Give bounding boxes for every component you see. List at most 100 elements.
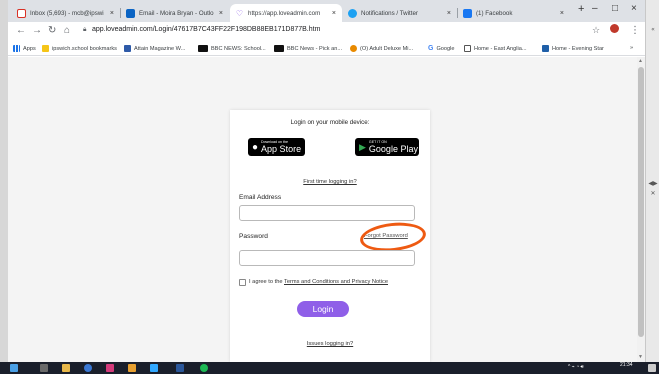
google-play-button[interactable]: ▶ GET IT ON Google Play	[355, 138, 419, 156]
illustrator-icon[interactable]	[128, 364, 136, 372]
tab-loveadmin[interactable]: ♡ https://app.loveadmin.com ×	[230, 4, 342, 22]
side-window-close-icon: ✕	[650, 190, 656, 197]
twitter-icon	[348, 8, 357, 18]
bookmark-attain[interactable]: Attain Magazine W...	[124, 45, 185, 52]
forward-arrow-icon[interactable]: →	[32, 25, 42, 36]
minimize-button[interactable]: –	[592, 3, 598, 14]
reload-icon[interactable]: ↻	[48, 25, 56, 36]
loveadmin-icon: ♡	[235, 8, 244, 18]
tab-close-icon[interactable]: ×	[560, 10, 564, 17]
spotify-icon[interactable]	[200, 364, 208, 372]
folder-icon	[42, 45, 49, 52]
file-explorer-icon[interactable]	[62, 364, 70, 372]
first-time-link[interactable]: First time logging in?	[230, 179, 430, 185]
bookmark-google[interactable]: G Google	[428, 45, 455, 52]
chrome-icon[interactable]	[84, 364, 92, 372]
bookmark-bbc-news[interactable]: BBC News - Pick an...	[274, 45, 342, 52]
attain-icon	[124, 45, 131, 52]
new-tab-button[interactable]: +	[578, 3, 584, 15]
tab-close-icon[interactable]: ×	[219, 10, 223, 17]
close-window-button[interactable]: ×	[631, 3, 637, 14]
issues-link[interactable]: Issues logging in?	[230, 341, 430, 347]
bookmark-label: Attain Magazine W...	[134, 45, 186, 52]
terms-prefix: I agree to the	[249, 279, 284, 285]
clock[interactable]: 21:34	[620, 363, 633, 368]
bookmark-east-anglia[interactable]: Home - East Anglia...	[464, 45, 527, 52]
bbc-icon	[198, 45, 208, 52]
bookmark-label: Home - East Anglia...	[474, 45, 527, 52]
taskbar: ^ ⌁ ◔ 🔊︎ 21:34	[0, 362, 659, 374]
terms-checkbox[interactable]	[239, 279, 246, 286]
background-window-right: « ◀▶ ✕	[645, 0, 659, 362]
address-input[interactable]: app.loveadmin.com/Login/47617B7C43FF22F1…	[92, 26, 320, 33]
terms-text: I agree to the Terms and Conditions and …	[249, 279, 388, 285]
tab-close-icon[interactable]: ×	[447, 10, 451, 17]
google-play-text: GET IT ON Google Play	[369, 140, 418, 154]
app-store-text: Download on the App Store	[261, 140, 301, 154]
tab-outlook[interactable]: Email - Moira Bryan - Outlo ×	[121, 4, 229, 22]
bookmark-adult-deluxe[interactable]: (O) Adult Deluxe Mi...	[350, 45, 413, 52]
bookmark-label: Home - Evening Star	[552, 45, 604, 52]
page-content: Login on your mobile device: ● Download …	[8, 57, 637, 362]
tab-twitter[interactable]: Notifications / Twitter ×	[343, 4, 457, 22]
photoshop-icon[interactable]	[150, 364, 158, 372]
bookmark-evening-star[interactable]: Home - Evening Star	[542, 45, 604, 52]
desktop-screen: « ◀▶ ✕ Inbox (5,693) - mcb@ipswi × Email…	[0, 0, 659, 374]
vertical-scrollbar[interactable]: ▲ ▼	[637, 57, 645, 362]
bookmark-label: (O) Adult Deluxe Mi...	[360, 45, 414, 52]
bookmark-bbc-school[interactable]: BBC NEWS: School...	[198, 45, 266, 52]
maximize-button[interactable]: □	[612, 3, 618, 14]
tab-title: Email - Moira Bryan - Outlo	[139, 9, 214, 17]
east-anglia-icon	[464, 45, 471, 52]
indesign-icon[interactable]	[106, 364, 114, 372]
notifications-icon[interactable]	[648, 364, 656, 372]
word-icon[interactable]	[176, 364, 184, 372]
start-windows-icon[interactable]	[10, 364, 18, 372]
email-field[interactable]	[239, 205, 415, 221]
browser-window: Inbox (5,693) - mcb@ipswi × Email - Moir…	[8, 0, 645, 362]
login-card: Login on your mobile device: ● Download …	[230, 110, 430, 362]
lock-icon[interactable]: 🔒︎	[83, 26, 86, 34]
profile-avatar[interactable]	[610, 24, 619, 33]
tab-facebook[interactable]: (1) Facebook ×	[458, 4, 570, 22]
tab-title: Inbox (5,693) - mcb@ipswi	[30, 9, 104, 17]
google-play-big-label: Google Play	[368, 144, 418, 154]
password-field[interactable]	[239, 250, 415, 266]
google-play-icon: ▶	[359, 141, 366, 152]
tab-gmail[interactable]: Inbox (5,693) - mcb@ipswi ×	[12, 4, 120, 22]
facebook-icon	[463, 8, 472, 18]
background-window-left	[0, 0, 8, 362]
tab-title: (1) Facebook	[476, 9, 513, 17]
bookmark-label: ipswich.school bookmarks	[52, 45, 117, 52]
apps-grid-icon	[13, 45, 20, 52]
tab-title: https://app.loveadmin.com	[248, 9, 321, 17]
menu-kebab-icon[interactable]: ⋮	[630, 25, 640, 36]
system-tray[interactable]: ^ ⌁ ◔ 🔊︎	[568, 364, 584, 370]
tab-title: Notifications / Twitter	[361, 9, 418, 17]
home-icon[interactable]: ⌂	[64, 25, 70, 36]
scrollbar-thumb[interactable]	[638, 67, 644, 337]
tab-close-icon[interactable]: ×	[332, 10, 336, 17]
bookmark-folder[interactable]: ipswich.school bookmarks	[42, 45, 117, 52]
bookmark-label: Google	[436, 45, 455, 52]
bookmark-label: BBC NEWS: School...	[211, 45, 266, 52]
deluxe-icon	[350, 45, 357, 52]
bookmark-apps[interactable]: Apps	[13, 45, 36, 52]
evening-star-icon	[542, 45, 549, 52]
bbc-icon	[274, 45, 284, 52]
scroll-down-icon[interactable]: ▼	[638, 354, 643, 360]
task-view-icon[interactable]	[40, 364, 48, 372]
bookmarks-more-button[interactable]: »	[630, 45, 633, 51]
star-icon[interactable]: ☆	[592, 25, 600, 36]
terms-link[interactable]: Terms and Conditions and Privacy Notice	[284, 279, 388, 285]
login-button[interactable]: Login	[297, 301, 349, 317]
app-store-button[interactable]: ● Download on the App Store	[248, 138, 305, 156]
tab-close-icon[interactable]: ×	[110, 10, 114, 17]
side-window-mark: «	[651, 26, 655, 33]
login-heading: Login on your mobile device:	[290, 119, 370, 126]
back-arrow-icon[interactable]: ←	[16, 25, 26, 36]
scroll-up-icon[interactable]: ▲	[638, 58, 643, 64]
side-window-arrow-icon: ◀▶	[648, 180, 658, 187]
apple-icon: ●	[252, 141, 259, 153]
tab-strip: Inbox (5,693) - mcb@ipswi × Email - Moir…	[8, 0, 645, 22]
